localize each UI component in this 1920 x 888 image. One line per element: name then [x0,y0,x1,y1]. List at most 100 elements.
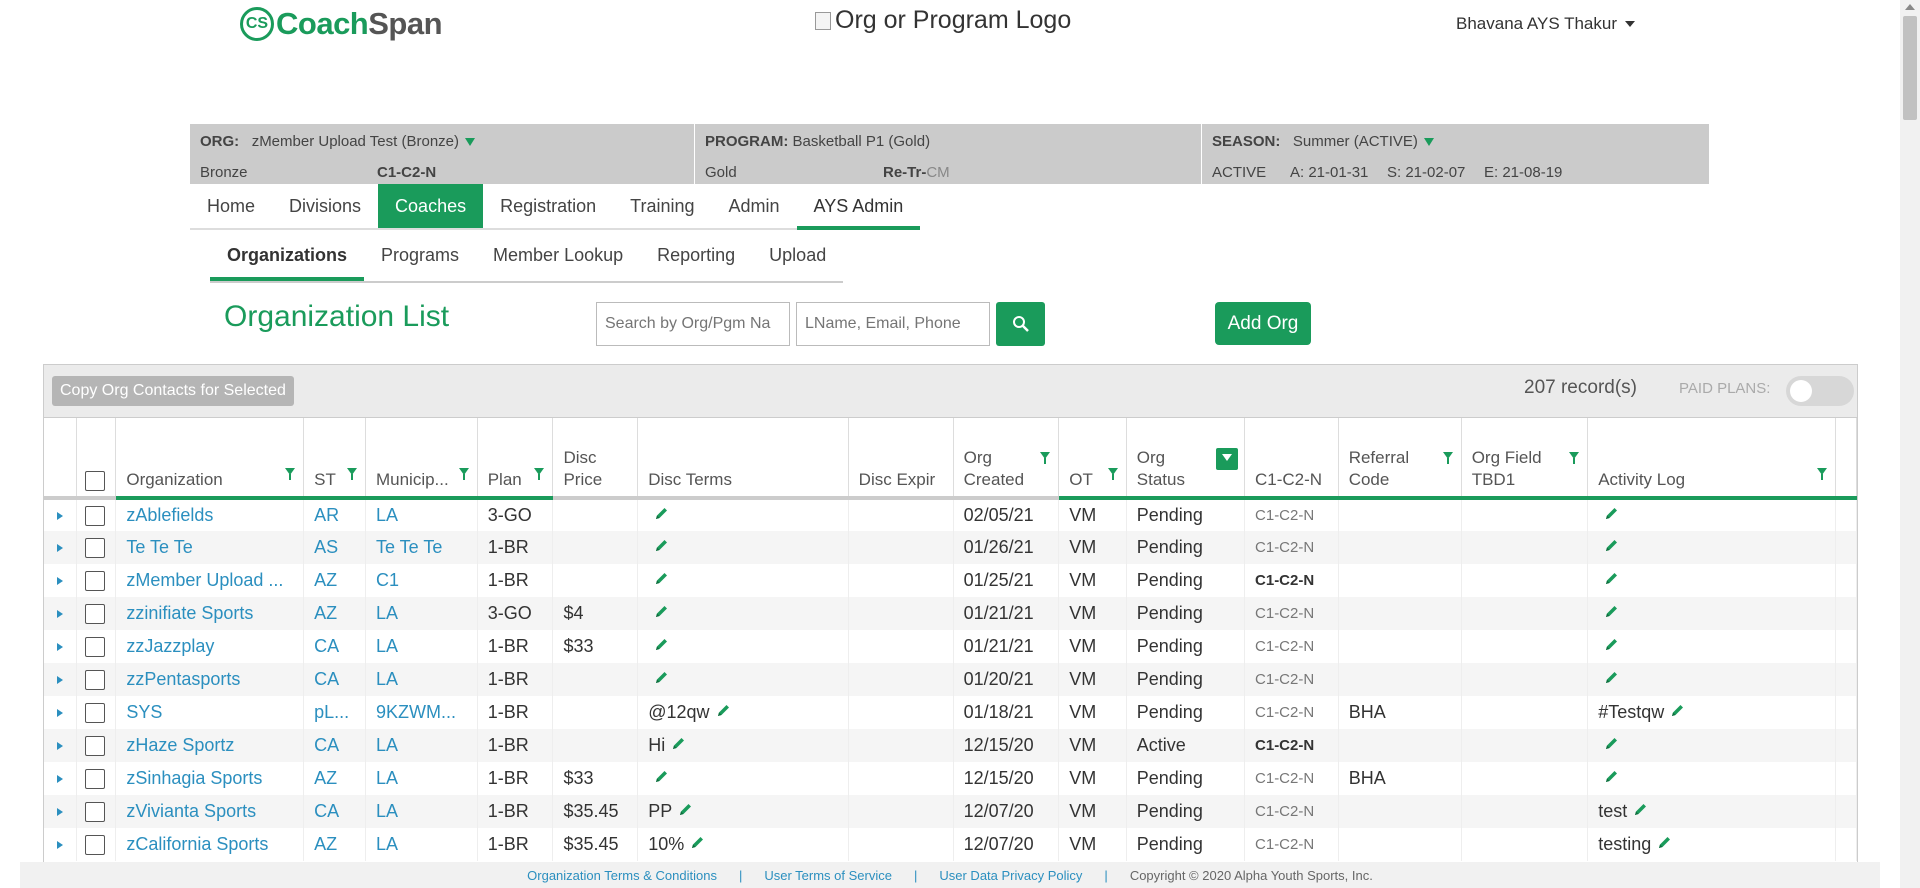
expand-icon[interactable] [57,775,64,784]
activity-log-cell[interactable] [1587,531,1836,564]
pencil-icon[interactable] [654,537,669,558]
filter-icon[interactable] [1107,468,1118,480]
select-cell[interactable] [76,795,117,828]
row-checkbox[interactable] [85,604,106,625]
search-button[interactable] [996,302,1045,346]
copy-org-contacts-button[interactable]: Copy Org Contacts for Selected [52,376,294,406]
select-cell[interactable] [76,696,117,729]
table-row[interactable]: zzJazzplay CA LA 1-BR $33 01/21/21 VM Pending C1… [44,630,1857,663]
municipality-cell[interactable]: C1 [365,564,478,597]
pencil-icon[interactable] [1604,636,1619,657]
pencil-icon[interactable] [1604,735,1619,756]
activity-log-cell[interactable]: #Testqw [1587,696,1836,729]
pencil-icon[interactable] [654,603,669,624]
col-st[interactable]: ST [303,418,366,500]
filter-icon[interactable] [1442,452,1453,464]
municipality-cell[interactable]: LA [365,729,478,762]
org-search-input[interactable] [596,302,790,346]
pencil-icon[interactable] [716,702,731,723]
activity-log-cell[interactable] [1587,762,1836,795]
row-checkbox[interactable] [85,835,106,856]
pencil-icon[interactable] [1657,834,1672,855]
select-cell[interactable] [76,630,117,663]
municipality-cell[interactable]: 9KZWM... [365,696,478,729]
col-org-field-tbd1[interactable]: Org Field TBD1 [1461,418,1589,500]
state-cell[interactable]: AZ [303,828,366,861]
scrollbar-thumb[interactable] [1903,16,1917,120]
row-checkbox[interactable] [85,736,106,757]
pencil-icon[interactable] [1604,570,1619,591]
select-cell[interactable] [76,828,117,861]
active-filter-icon[interactable] [1216,448,1239,470]
contact-search-input[interactable] [796,302,990,346]
season-context[interactable]: SEASON: Summer (ACTIVE) ACTIVE A: 21-01-… [1202,124,1709,184]
select-cell[interactable] [76,564,117,597]
table-row[interactable]: zzPentasports CA LA 1-BR 01/20/21 VM Pending C1… [44,663,1857,696]
state-cell[interactable]: AZ [303,564,366,597]
select-cell[interactable] [76,663,117,696]
org-name-link[interactable]: zVivianta Sports [115,795,305,828]
pencil-icon[interactable] [678,801,693,822]
expand-icon[interactable] [57,676,64,685]
activity-log-cell[interactable]: test [1587,795,1836,828]
expand-cell[interactable] [44,531,78,564]
state-cell[interactable]: CA [303,663,366,696]
select-all-checkbox[interactable] [85,470,106,491]
row-checkbox[interactable] [85,769,106,790]
col-disc-expir[interactable]: Disc Expir [848,418,954,500]
expand-cell[interactable] [44,498,78,531]
state-cell[interactable]: AZ [303,762,366,795]
pencil-icon[interactable] [1604,505,1619,526]
tab-member-lookup[interactable]: Member Lookup [476,235,640,281]
expand-cell[interactable] [44,696,78,729]
pencil-icon[interactable] [654,505,669,526]
expand-cell[interactable] [44,762,78,795]
select-cell[interactable] [76,597,117,630]
org-name-link[interactable]: zCalifornia Sports [115,828,305,861]
col-org-status[interactable]: Org Status [1126,418,1246,500]
row-checkbox[interactable] [85,802,106,823]
expand-icon[interactable] [57,808,64,817]
select-cell[interactable] [76,762,117,795]
table-row[interactable]: zVivianta Sports CA LA 1-BR $35.45 PP 12/07/20… [44,795,1857,828]
table-row[interactable]: zCalifornia Sports AZ LA 1-BR $35.45 10% 12/07… [44,828,1857,861]
pencil-icon[interactable] [671,735,686,756]
activity-log-cell[interactable] [1587,630,1836,663]
row-checkbox[interactable] [85,538,106,559]
pencil-icon[interactable] [1670,702,1685,723]
table-row[interactable]: Te Te Te AS Te Te Te 1-BR 01/26/21 VM Pending C… [44,531,1857,564]
state-cell[interactable]: AR [303,498,366,531]
disc-terms-cell[interactable]: PP [637,795,849,828]
municipality-cell[interactable]: LA [365,498,478,531]
org-name-link[interactable]: zzinifiate Sports [115,597,305,630]
activity-log-cell[interactable] [1587,729,1836,762]
table-row[interactable]: zAblefields AR LA 3-GO 02/05/21 VM Pending C1-C… [44,498,1857,531]
state-cell[interactable]: pL... [303,696,366,729]
disc-terms-cell[interactable] [637,762,849,795]
disc-terms-cell[interactable] [637,597,849,630]
expand-cell[interactable] [44,828,78,861]
filter-icon[interactable] [346,468,357,480]
state-cell[interactable]: CA [303,795,366,828]
select-cell[interactable] [76,729,117,762]
col-ot[interactable]: OT [1058,418,1127,500]
expand-icon[interactable] [57,610,64,619]
activity-log-cell[interactable] [1587,663,1836,696]
filter-icon[interactable] [1569,452,1580,464]
filter-icon[interactable] [1040,452,1051,464]
expand-icon[interactable] [57,577,64,586]
municipality-cell[interactable]: Te Te Te [365,531,478,564]
org-name-link[interactable]: zSinhagia Sports [115,762,305,795]
col-org-created[interactable]: Org Created [953,418,1060,500]
disc-terms-cell[interactable]: Hi [637,729,849,762]
state-cell[interactable]: CA [303,729,366,762]
pencil-icon[interactable] [654,669,669,690]
pencil-icon[interactable] [1604,669,1619,690]
org-name-link[interactable]: Te Te Te [115,531,305,564]
filter-icon[interactable] [1816,468,1827,480]
tab-upload[interactable]: Upload [752,235,843,281]
org-name-link[interactable]: zAblefields [115,498,305,531]
col-municipality[interactable]: Municip... [365,418,478,500]
table-row[interactable]: zHaze Sportz CA LA 1-BR Hi 12/15/20 VM Active C1… [44,729,1857,762]
disc-terms-cell[interactable]: 10% [637,828,849,861]
